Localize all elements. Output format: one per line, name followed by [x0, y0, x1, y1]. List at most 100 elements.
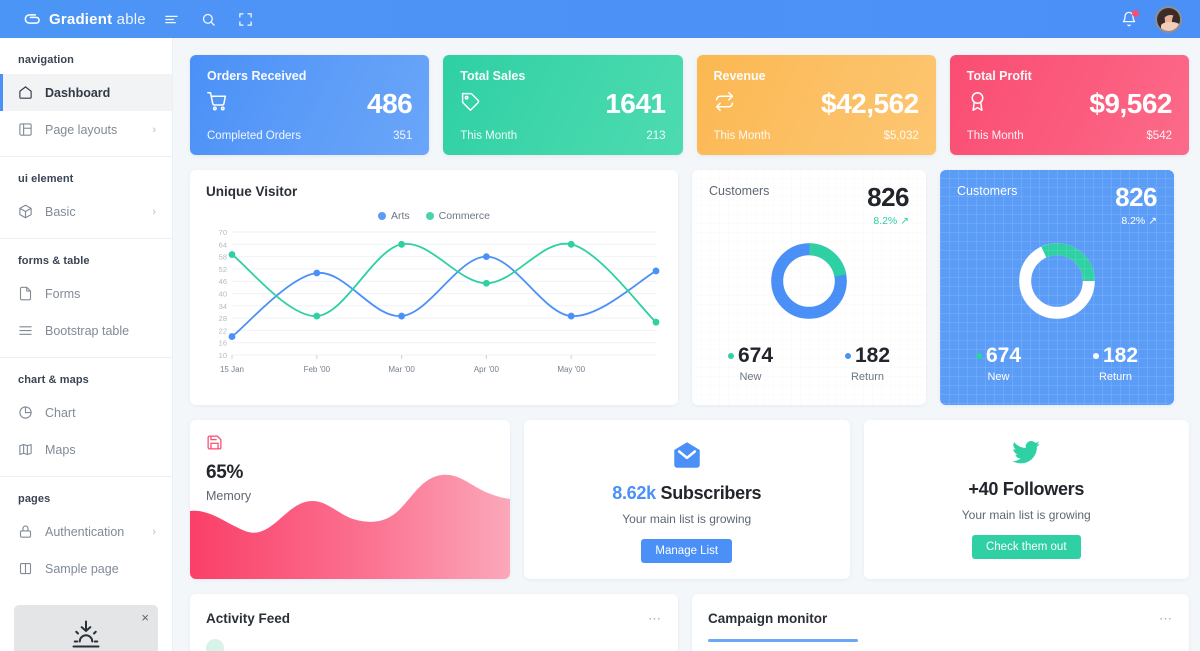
stat-foot-value: 351 [393, 130, 413, 142]
more-icon[interactable]: ⋯ [648, 611, 662, 627]
svg-text:Feb '00: Feb '00 [304, 365, 331, 374]
cart-icon [207, 91, 228, 117]
stat-foot-label: This Month [713, 130, 771, 142]
svg-text:Apr '00: Apr '00 [474, 365, 500, 374]
legend-dot-arts [377, 212, 386, 220]
sidebar-item-forms[interactable]: Forms [0, 275, 172, 312]
twitter-icon [874, 438, 1180, 468]
legend-item-commerce[interactable]: Commerce [425, 210, 490, 222]
svg-text:46: 46 [219, 277, 227, 286]
sidebar-group-title-pages: pages [18, 493, 51, 505]
new-dot [975, 352, 982, 359]
tag-icon [460, 91, 481, 117]
brand-name: Gradient able [49, 11, 146, 28]
sidebar-item-maps[interactable]: Maps [0, 431, 172, 468]
sidebar-item-label: Bootstrap table [45, 323, 130, 338]
sidebar-item-page-layouts[interactable]: Page layouts › [0, 111, 172, 148]
legend-dot-commerce [425, 212, 434, 220]
sidebar-item-authentication[interactable]: Authentication › [0, 513, 172, 550]
stat-card-total-sales[interactable]: Total Sales 1641 This Month 213 [443, 55, 683, 155]
sidebar-item-label: Dashboard [45, 85, 111, 100]
subscribers-subtitle: Your main list is growing [622, 512, 752, 526]
unique-visitor-line-chart: 70 64 58 52 46 40 34 28 22 16 10 15 Jan Feb '00 Mar '… [219, 228, 660, 374]
close-icon[interactable]: × [141, 611, 149, 624]
svg-text:Mar '00: Mar '00 [388, 365, 415, 374]
svg-text:58: 58 [219, 253, 227, 262]
logo-icon [22, 9, 42, 29]
brand-logo[interactable]: Gradient able [0, 9, 146, 29]
return-value: 182 [1102, 344, 1139, 367]
sidebar-item-chart[interactable]: Chart [0, 394, 172, 431]
followers-subtitle: Your main list is growing [961, 508, 1091, 522]
stat-foot-value: $5,032 [883, 130, 919, 142]
trend-up-icon: ↗ [900, 215, 909, 227]
svg-text:34: 34 [219, 302, 227, 311]
sidebar-item-bootstrap-table[interactable]: Bootstrap table [0, 312, 172, 349]
avatar[interactable] [1155, 5, 1182, 33]
stat-title: Orders Received [207, 69, 307, 83]
check-them-out-button[interactable]: Check them out [971, 535, 1081, 559]
brand-name-bold: Gradient [49, 10, 113, 28]
lock-icon [18, 524, 35, 539]
manage-list-button[interactable]: Manage List [641, 539, 733, 563]
promo-row: 65% Memory 8.62k Subscribers Your main l… [190, 420, 1189, 579]
sidebar-group-title-forms-table: forms & table [18, 255, 90, 267]
sidebar-item-basic[interactable]: Basic › [0, 193, 172, 230]
campaign-progress-bar [708, 639, 858, 642]
customers-donut [709, 239, 909, 323]
stat-card-revenue[interactable]: Revenue $42,562 This Month $5,032 [696, 55, 936, 155]
activity-feed-title: Activity Feed [206, 611, 291, 626]
table-icon [18, 323, 35, 338]
refresh-icon [714, 91, 735, 117]
trend-up-icon: ↗ [1148, 215, 1157, 227]
followers-card: +40 Followers Your main list is growing … [863, 420, 1189, 579]
svg-text:15 Jan: 15 Jan [220, 365, 244, 374]
sidebar-item-label: Authentication [45, 524, 125, 539]
return-label: Return [1098, 371, 1132, 383]
stats-row: Orders Received 486 Completed Orders 351… [190, 55, 1189, 155]
bell-icon[interactable] [1121, 10, 1139, 27]
campaign-monitor-title: Campaign monitor [708, 611, 828, 626]
stat-foot-value: $542 [1146, 130, 1172, 142]
stat-value: $42,562 [821, 88, 919, 119]
stat-value: 486 [367, 88, 413, 119]
more-icon[interactable]: ⋯ [1159, 611, 1173, 627]
save-icon [206, 434, 494, 456]
envelope-icon [534, 438, 840, 472]
stat-foot-label: Completed Orders [207, 130, 301, 142]
sunrise-icon [26, 619, 146, 649]
svg-text:May '00: May '00 [557, 365, 585, 374]
sidebar-item-dashboard[interactable]: Dashboard [0, 74, 172, 111]
customers-card-light: Customers 826 8.2% ↗ 674 New 182 Return [692, 170, 926, 405]
page-title: Unique Visitor [206, 184, 298, 199]
customers-label: Customers [709, 184, 770, 198]
customers-trend: 8.2% ↗ [867, 215, 909, 227]
file-icon [18, 286, 35, 301]
customers-total: 826 [1115, 182, 1157, 212]
award-icon [967, 91, 988, 117]
bottom-row: Activity Feed ⋯ Campaign monitor ⋯ [190, 594, 1189, 651]
return-value: 182 [854, 344, 891, 367]
charts-row: Unique Visitor Arts Commerce 70 64 58 52 46 4… [190, 170, 1189, 405]
svg-text:70: 70 [219, 228, 227, 237]
customers-label: Customers [957, 184, 1018, 198]
stat-foot-value: 213 [646, 130, 666, 142]
legend-item-arts[interactable]: Arts [377, 210, 410, 222]
campaign-monitor-card: Campaign monitor ⋯ [692, 594, 1189, 651]
return-label: Return [850, 371, 884, 383]
stat-card-total-profit[interactable]: Total Profit $9,562 This Month $542 [949, 55, 1189, 155]
legend-label: Arts [390, 210, 410, 222]
layout-icon [18, 122, 35, 137]
svg-text:10: 10 [219, 351, 227, 360]
subscribers-word: Subscribers [655, 483, 762, 503]
box-icon [18, 204, 35, 219]
stat-card-orders-received[interactable]: Orders Received 486 Completed Orders 351 [190, 55, 430, 155]
search-icon[interactable] [201, 12, 216, 27]
svg-text:28: 28 [219, 314, 227, 323]
fullscreen-icon[interactable] [238, 12, 253, 27]
stat-value: 1641 [605, 88, 666, 119]
sidebar-item-sample-page[interactable]: Sample page [0, 550, 172, 587]
help-card: × Help? Please contact us [14, 605, 158, 651]
sidebar-item-label: Forms [45, 286, 81, 301]
menu-collapse-icon[interactable] [164, 12, 179, 27]
